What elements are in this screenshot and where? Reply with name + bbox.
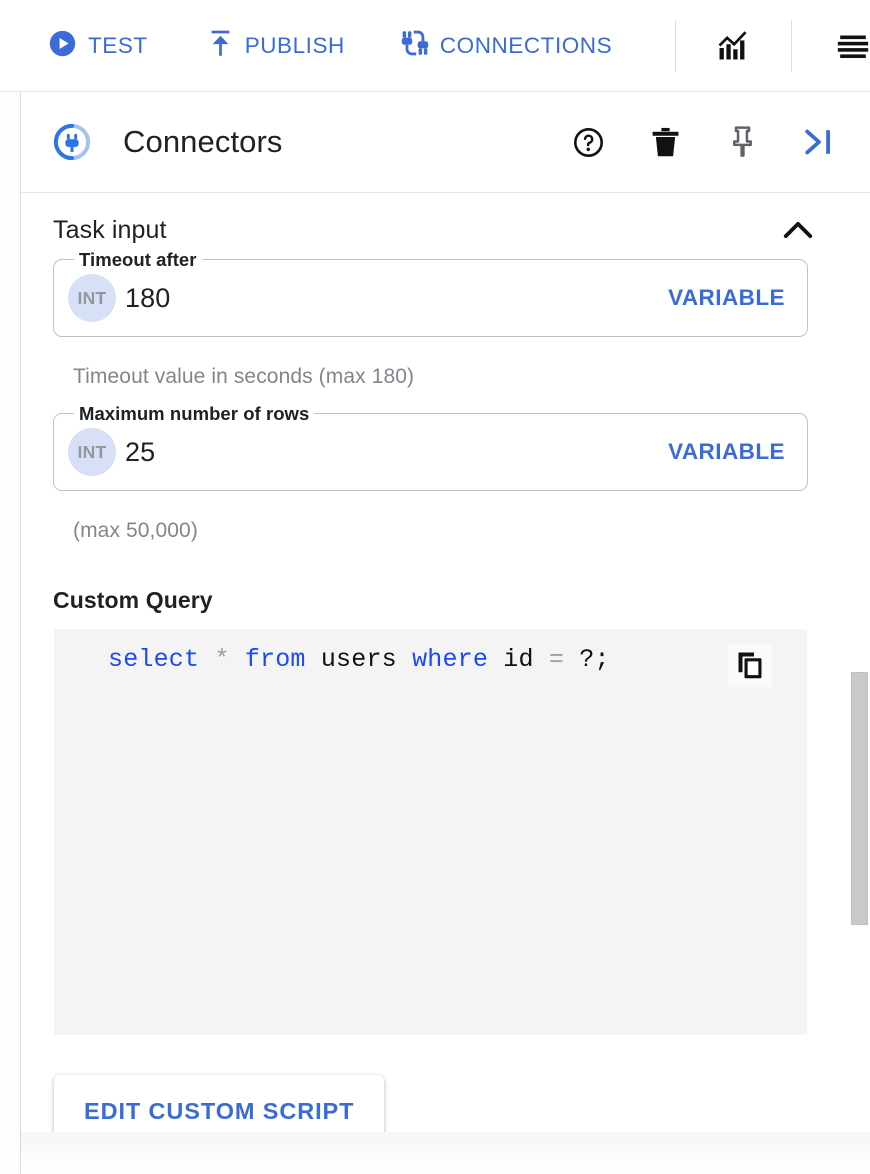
toolbar-divider bbox=[791, 19, 792, 72]
code-token: id bbox=[503, 645, 534, 674]
connections-button-label: CONNECTIONS bbox=[439, 32, 613, 58]
copy-icon[interactable] bbox=[728, 643, 772, 687]
play-circle-icon bbox=[48, 29, 77, 63]
canvas-dotted-backdrop bbox=[0, 92, 21, 1174]
test-button-label: TEST bbox=[88, 32, 148, 58]
publish-upload-icon bbox=[207, 29, 234, 63]
connections-plug-icon bbox=[401, 28, 429, 63]
timeout-after-field[interactable]: Timeout after INT 180 VARIABLE bbox=[53, 249, 808, 337]
max-rows-value[interactable]: 25 bbox=[125, 437, 155, 468]
code-token: * bbox=[214, 645, 230, 674]
code-token: where bbox=[412, 645, 489, 674]
help-icon[interactable] bbox=[566, 120, 610, 164]
max-rows-label: Maximum number of rows bbox=[74, 403, 315, 425]
hamburger-menu-icon[interactable] bbox=[836, 23, 870, 69]
type-chip-int: INT bbox=[68, 428, 116, 476]
toolbar-divider bbox=[675, 19, 676, 72]
code-token: select bbox=[108, 645, 200, 674]
edit-custom-script-button[interactable]: EDIT CUSTOM SCRIPT bbox=[54, 1075, 385, 1147]
vertical-scrollbar-thumb[interactable] bbox=[851, 672, 868, 925]
collapse-right-icon[interactable] bbox=[797, 120, 841, 164]
code-token: users bbox=[320, 645, 397, 674]
connectors-plug-logo-icon bbox=[52, 122, 92, 162]
timeout-after-value[interactable]: 180 bbox=[125, 283, 170, 314]
publish-button-label: PUBLISH bbox=[244, 32, 345, 58]
test-button[interactable]: TEST bbox=[44, 23, 152, 69]
top-toolbar: TEST PUBLISH CONNECTIONS bbox=[0, 0, 870, 92]
page-title: Connectors bbox=[123, 124, 283, 159]
connections-button[interactable]: CONNECTIONS bbox=[397, 23, 616, 69]
app-root: TEST PUBLISH CONNECTIONS Connectors Task… bbox=[0, 0, 870, 1174]
task-input-section-header[interactable]: Task input bbox=[53, 213, 815, 247]
type-chip-int: INT bbox=[68, 274, 116, 322]
publish-button[interactable]: PUBLISH bbox=[203, 23, 349, 69]
custom-query-code-block[interactable]: select * from users where id = ?; bbox=[54, 629, 807, 1035]
timeout-variable-button[interactable]: VARIABLE bbox=[668, 285, 785, 311]
code-token: from bbox=[244, 645, 306, 674]
vertical-scrollbar-track[interactable] bbox=[850, 193, 870, 1174]
section-title: Task input bbox=[53, 215, 167, 244]
pin-icon[interactable] bbox=[720, 120, 764, 164]
code-token: ?; bbox=[579, 645, 610, 674]
timeout-after-helper-text: Timeout value in seconds (max 180) bbox=[73, 365, 415, 388]
trash-icon[interactable] bbox=[643, 120, 687, 164]
max-rows-variable-button[interactable]: VARIABLE bbox=[668, 439, 785, 465]
connectors-panel-header: Connectors bbox=[21, 92, 870, 193]
custom-query-code-line: select * from users where id = ?; bbox=[108, 645, 610, 674]
analytics-chart-icon[interactable] bbox=[717, 23, 750, 69]
chevron-up-icon[interactable] bbox=[781, 213, 815, 247]
timeout-after-label: Timeout after bbox=[74, 249, 202, 271]
max-rows-helper-text: (max 50,000) bbox=[73, 519, 198, 542]
task-input-body: Task input Timeout after INT 180 VARIABL… bbox=[21, 193, 870, 1174]
max-rows-field[interactable]: Maximum number of rows INT 25 VARIABLE bbox=[53, 403, 808, 491]
custom-query-label: Custom Query bbox=[53, 587, 213, 613]
code-token: = bbox=[548, 645, 565, 674]
